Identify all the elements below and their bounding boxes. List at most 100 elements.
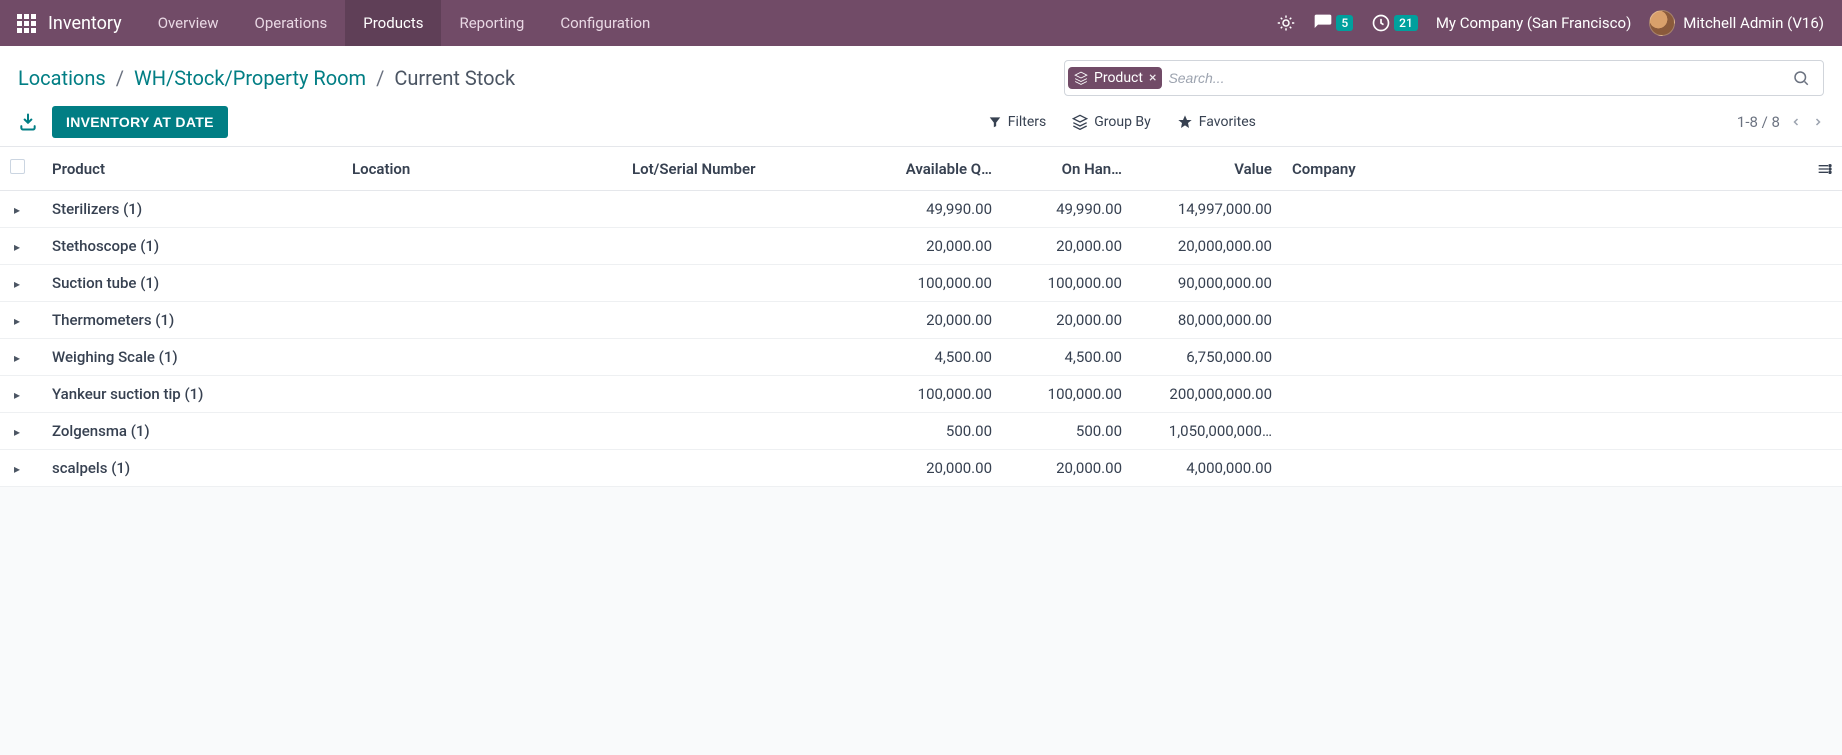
breadcrumb-stock-location[interactable]: WH/Stock/Property Room bbox=[134, 66, 366, 90]
apps-menu-icon[interactable] bbox=[10, 7, 42, 39]
cell-value: 6,750,000.00 bbox=[1132, 339, 1282, 376]
expand-cell[interactable]: ▸ bbox=[0, 376, 42, 413]
cell-available: 100,000.00 bbox=[842, 265, 1002, 302]
caret-right-icon: ▸ bbox=[11, 203, 23, 217]
table-row[interactable]: ▸Thermometers (1)20,000.0020,000.0080,00… bbox=[0, 302, 1842, 339]
cell-on-hand: 100,000.00 bbox=[1002, 265, 1132, 302]
cell-value: 1,050,000,000… bbox=[1132, 413, 1282, 450]
table-row[interactable]: ▸Weighing Scale (1)4,500.004,500.006,750… bbox=[0, 339, 1842, 376]
cell-company bbox=[1282, 302, 1806, 339]
col-header-on-hand[interactable]: On Han… bbox=[1002, 147, 1132, 191]
messages-count: 5 bbox=[1336, 15, 1353, 31]
filter-icon bbox=[988, 115, 1002, 129]
search-box[interactable]: Product × bbox=[1064, 60, 1824, 96]
cell-on-hand: 4,500.00 bbox=[1002, 339, 1132, 376]
cell-pad bbox=[1806, 265, 1842, 302]
table-row[interactable]: ▸scalpels (1)20,000.0020,000.004,000,000… bbox=[0, 450, 1842, 487]
cell-product: Suction tube (1) bbox=[42, 265, 342, 302]
nav-item-configuration[interactable]: Configuration bbox=[542, 0, 668, 46]
col-header-location[interactable]: Location bbox=[342, 147, 622, 191]
table-row[interactable]: ▸Suction tube (1)100,000.00100,000.0090,… bbox=[0, 265, 1842, 302]
col-header-available[interactable]: Available Q… bbox=[842, 147, 1002, 191]
debug-icon[interactable] bbox=[1277, 14, 1295, 32]
cell-lot bbox=[622, 265, 842, 302]
favorites-menu[interactable]: Favorites bbox=[1177, 114, 1256, 130]
pager-next-icon[interactable] bbox=[1812, 115, 1824, 129]
caret-right-icon: ▸ bbox=[11, 314, 23, 328]
search-chip-remove-icon[interactable]: × bbox=[1149, 70, 1156, 86]
avatar bbox=[1649, 10, 1675, 36]
select-all-cell[interactable] bbox=[0, 147, 42, 191]
download-xlsx-icon[interactable] bbox=[18, 112, 38, 132]
cell-company bbox=[1282, 339, 1806, 376]
expand-cell[interactable]: ▸ bbox=[0, 191, 42, 228]
pager-prev-icon[interactable] bbox=[1790, 115, 1802, 129]
cell-value: 90,000,000.00 bbox=[1132, 265, 1282, 302]
cell-lot bbox=[622, 228, 842, 265]
nav-item-overview[interactable]: Overview bbox=[140, 0, 237, 46]
pager-text[interactable]: 1-8 / 8 bbox=[1737, 113, 1780, 131]
cell-lot bbox=[622, 376, 842, 413]
cell-available: 100,000.00 bbox=[842, 376, 1002, 413]
company-switcher[interactable]: My Company (San Francisco) bbox=[1436, 14, 1631, 32]
expand-cell[interactable]: ▸ bbox=[0, 339, 42, 376]
cell-location bbox=[342, 450, 622, 487]
cell-company bbox=[1282, 413, 1806, 450]
inventory-at-date-button[interactable]: INVENTORY AT DATE bbox=[52, 106, 228, 138]
group-by-menu[interactable]: Group By bbox=[1072, 114, 1151, 130]
col-header-lot[interactable]: Lot/Serial Number bbox=[622, 147, 842, 191]
breadcrumb-current: Current Stock bbox=[394, 66, 515, 90]
caret-right-icon: ▸ bbox=[11, 277, 23, 291]
user-menu[interactable]: Mitchell Admin (V16) bbox=[1649, 10, 1824, 36]
cell-pad bbox=[1806, 376, 1842, 413]
cell-pad bbox=[1806, 339, 1842, 376]
top-nav: Inventory Overview Operations Products R… bbox=[0, 0, 1842, 46]
app-title[interactable]: Inventory bbox=[42, 13, 140, 34]
col-header-company[interactable]: Company bbox=[1282, 147, 1806, 191]
cell-pad bbox=[1806, 228, 1842, 265]
search-icon[interactable] bbox=[1787, 69, 1815, 87]
cell-location bbox=[342, 413, 622, 450]
cell-company bbox=[1282, 265, 1806, 302]
search-chip-label: Product bbox=[1094, 70, 1143, 86]
nav-item-reporting[interactable]: Reporting bbox=[441, 0, 542, 46]
search-input[interactable] bbox=[1168, 70, 1787, 86]
cell-lot bbox=[622, 302, 842, 339]
cell-location bbox=[342, 191, 622, 228]
cell-location bbox=[342, 265, 622, 302]
checkbox-icon[interactable] bbox=[10, 159, 25, 174]
caret-right-icon: ▸ bbox=[11, 462, 23, 476]
cell-available: 4,500.00 bbox=[842, 339, 1002, 376]
nav-item-products[interactable]: Products bbox=[345, 0, 441, 46]
expand-cell[interactable]: ▸ bbox=[0, 265, 42, 302]
activities-icon[interactable]: 21 bbox=[1371, 13, 1418, 33]
table-row[interactable]: ▸Yankeur suction tip (1)100,000.00100,00… bbox=[0, 376, 1842, 413]
cell-lot bbox=[622, 450, 842, 487]
cell-available: 500.00 bbox=[842, 413, 1002, 450]
cell-available: 49,990.00 bbox=[842, 191, 1002, 228]
cell-pad bbox=[1806, 191, 1842, 228]
expand-cell[interactable]: ▸ bbox=[0, 413, 42, 450]
table-row[interactable]: ▸Zolgensma (1)500.00500.001,050,000,000… bbox=[0, 413, 1842, 450]
breadcrumb-locations[interactable]: Locations bbox=[18, 66, 106, 90]
list-view: Product Location Lot/Serial Number Avail… bbox=[0, 147, 1842, 487]
table-row[interactable]: ▸Sterilizers (1)49,990.0049,990.0014,997… bbox=[0, 191, 1842, 228]
expand-cell[interactable]: ▸ bbox=[0, 228, 42, 265]
messages-icon[interactable]: 5 bbox=[1313, 13, 1353, 33]
cell-available: 20,000.00 bbox=[842, 450, 1002, 487]
cell-product: Yankeur suction tip (1) bbox=[42, 376, 342, 413]
expand-cell[interactable]: ▸ bbox=[0, 302, 42, 339]
filters-menu[interactable]: Filters bbox=[988, 114, 1047, 130]
search-facet-product[interactable]: Product × bbox=[1068, 67, 1162, 89]
nav-item-operations[interactable]: Operations bbox=[237, 0, 346, 46]
col-header-product[interactable]: Product bbox=[42, 147, 342, 191]
table-row[interactable]: ▸Stethoscope (1)20,000.0020,000.0020,000… bbox=[0, 228, 1842, 265]
col-header-value[interactable]: Value bbox=[1132, 147, 1282, 191]
breadcrumb-sep: / bbox=[376, 66, 384, 90]
optional-columns-icon[interactable] bbox=[1806, 147, 1842, 191]
cell-on-hand: 20,000.00 bbox=[1002, 302, 1132, 339]
cell-value: 4,000,000.00 bbox=[1132, 450, 1282, 487]
expand-cell[interactable]: ▸ bbox=[0, 450, 42, 487]
cell-lot bbox=[622, 339, 842, 376]
user-name: Mitchell Admin (V16) bbox=[1683, 14, 1824, 32]
